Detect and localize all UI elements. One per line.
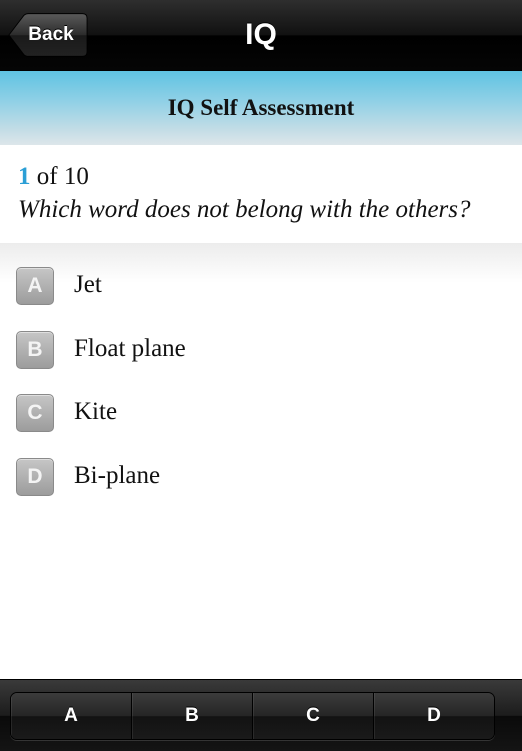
segment-b-button[interactable]: B: [132, 693, 253, 739]
answer-letter-badge: C: [16, 394, 54, 432]
nav-title: IQ: [245, 18, 277, 51]
answer-letter-badge: D: [16, 458, 54, 496]
question-number: 1: [18, 163, 31, 190]
question-text: Which word does not belong with the othe…: [18, 196, 471, 223]
bottom-toolbar: A B C D: [0, 679, 522, 751]
answer-option-d[interactable]: D Bi-plane: [0, 446, 522, 504]
segment-a-button[interactable]: A: [11, 693, 132, 739]
answer-segmented-control: A B C D: [10, 692, 495, 740]
answer-letter-badge: B: [16, 331, 54, 369]
section-title: IQ Self Assessment: [0, 71, 522, 145]
answer-label: Bi-plane: [74, 462, 161, 489]
answer-label: Float plane: [74, 335, 186, 362]
answer-option-c[interactable]: C Kite: [0, 382, 522, 440]
answer-option-a[interactable]: A Jet: [0, 255, 522, 313]
answer-letter-badge: A: [16, 267, 54, 305]
question-total: of 10: [30, 163, 89, 190]
answer-option-b[interactable]: B Float plane: [0, 319, 522, 377]
navigation-bar: Back IQ: [0, 0, 522, 71]
answer-label: Jet: [74, 271, 102, 298]
back-button-label: Back: [28, 24, 74, 45]
segment-c-button[interactable]: C: [253, 693, 374, 739]
back-button[interactable]: Back: [8, 12, 88, 58]
answer-list: A Jet B Float plane C Kite D Bi-plane: [0, 243, 522, 679]
question-progress: 1 of 10: [18, 163, 89, 191]
segment-d-button[interactable]: D: [374, 693, 494, 739]
answer-label: Kite: [74, 398, 118, 425]
question-block: 1 of 10 Which word does not belong with …: [0, 145, 522, 243]
